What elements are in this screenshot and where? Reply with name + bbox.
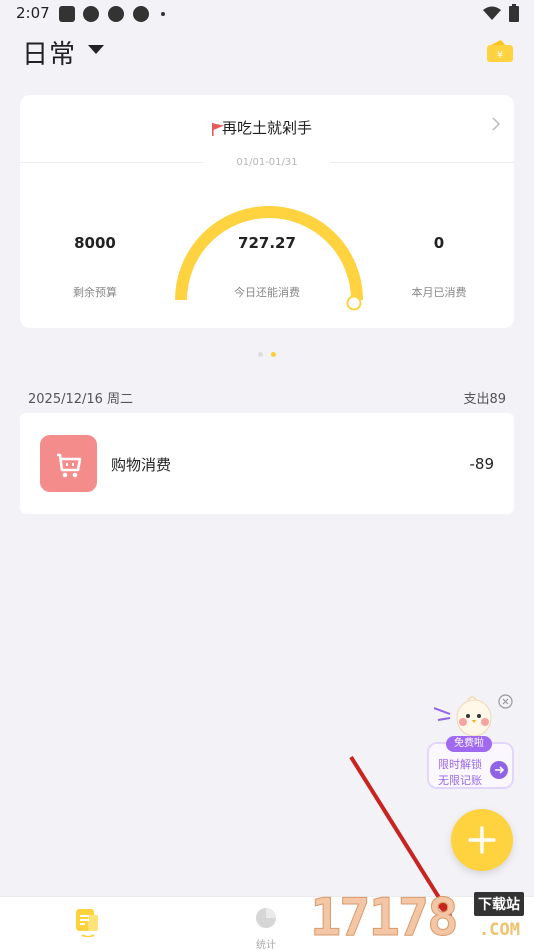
close-icon[interactable] bbox=[498, 694, 513, 709]
watermark-digits: 17178 bbox=[310, 888, 460, 949]
chevron-right-icon[interactable] bbox=[492, 117, 500, 131]
month-spent-label: 本月已消费 bbox=[411, 286, 467, 299]
shopping-cart-icon bbox=[40, 435, 97, 492]
tab-statistics-label: 统计 bbox=[256, 940, 276, 950]
promo-badge: 免费啦 bbox=[446, 736, 492, 752]
pie-chart-icon bbox=[256, 908, 276, 928]
tab-statistics[interactable]: 统计 bbox=[236, 897, 296, 950]
status-bar: 2:07 bbox=[0, 0, 534, 28]
wifi-icon bbox=[483, 6, 501, 20]
notification-icon bbox=[59, 6, 75, 22]
month-spent-value: 0 bbox=[433, 234, 445, 252]
app-notification-icon bbox=[108, 6, 124, 22]
more-notifications-icon bbox=[161, 12, 165, 16]
list-item[interactable]: 购物消费 -89 bbox=[20, 413, 514, 514]
budget-period: 01/01-01/31 bbox=[236, 157, 298, 168]
pager-dot[interactable] bbox=[258, 352, 263, 357]
arrow-right-icon[interactable] bbox=[490, 761, 508, 779]
record-amount: -89 bbox=[469, 455, 495, 473]
plus-icon bbox=[468, 826, 496, 854]
category-name: 购物消费 bbox=[111, 456, 172, 474]
budget-title: 再吃土就剁手 bbox=[221, 119, 312, 137]
promo-banner[interactable]: 限时解锁 无限记账 免费啦 bbox=[426, 690, 516, 795]
remaining-budget-value: 8000 bbox=[74, 234, 116, 252]
day-total: 支出89 bbox=[463, 392, 506, 407]
budget-card[interactable]: 再吃土就剁手 01/01-01/31 8000 剩余预算 727.27 今日还能… bbox=[20, 95, 514, 328]
tab-records[interactable] bbox=[58, 897, 118, 950]
add-record-button[interactable] bbox=[451, 809, 513, 871]
app-notification-icon bbox=[83, 6, 99, 22]
watermark-domain: .COM bbox=[479, 920, 520, 940]
today-available-value: 727.27 bbox=[238, 234, 296, 252]
pager-dot-active[interactable] bbox=[271, 352, 276, 357]
document-icon bbox=[76, 909, 98, 937]
promo-line1: 限时解锁 bbox=[438, 758, 482, 771]
wallet-icon[interactable]: ¥ bbox=[487, 40, 513, 62]
today-available-label: 今日还能消费 bbox=[234, 286, 300, 299]
watermark-tag: 下载站 bbox=[474, 892, 524, 916]
remaining-budget-label: 剩余预算 bbox=[73, 286, 117, 299]
status-time: 2:07 bbox=[16, 4, 50, 22]
day-date: 2025/12/16 周二 bbox=[28, 392, 134, 407]
promo-line2: 无限记账 bbox=[438, 774, 482, 787]
mascot-icon bbox=[434, 696, 492, 737]
ledger-title[interactable]: 日常 bbox=[22, 34, 76, 71]
svg-text:¥: ¥ bbox=[497, 50, 503, 61]
app-notification-icon bbox=[133, 6, 149, 22]
battery-icon bbox=[509, 4, 519, 22]
chevron-down-icon[interactable] bbox=[88, 45, 104, 54]
gauge-marker bbox=[346, 295, 362, 311]
